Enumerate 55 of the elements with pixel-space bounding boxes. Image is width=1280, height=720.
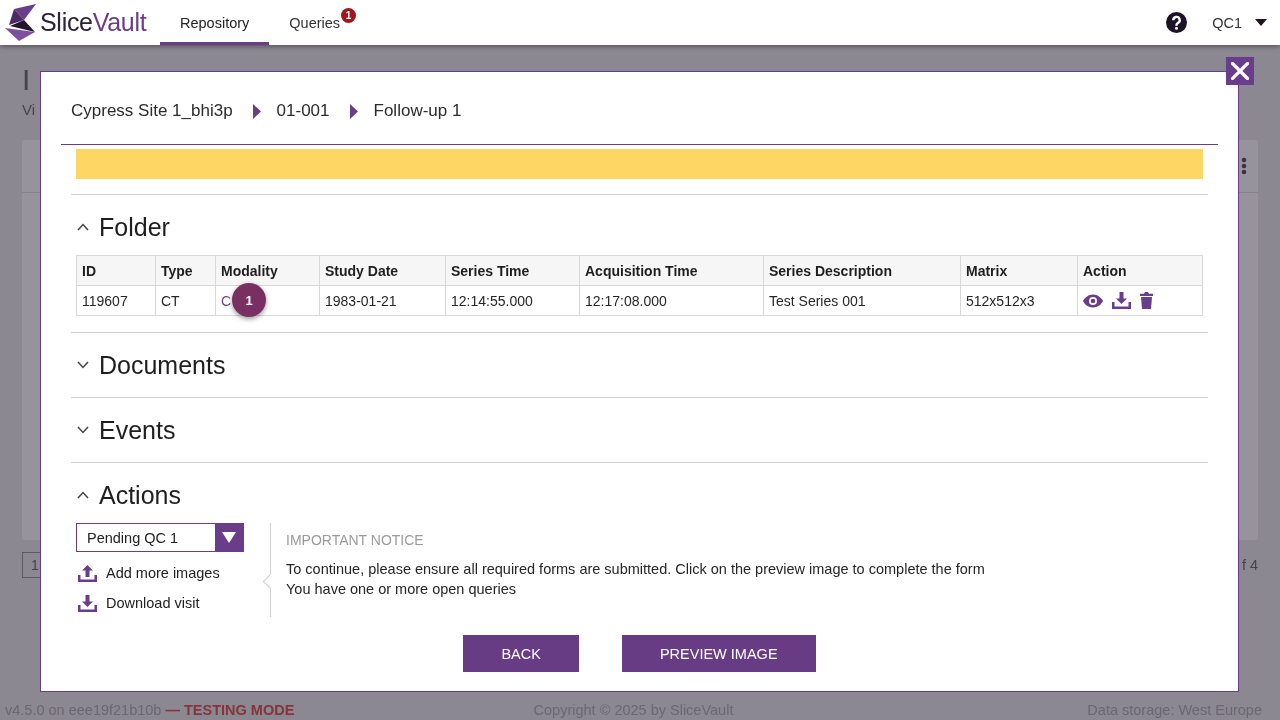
kebab-menu-icon[interactable] [1241,157,1247,175]
nav-tab[interactable]: Repository [160,0,270,45]
download-icon [78,594,97,612]
logo-icon [5,4,36,41]
section-toggle[interactable]: Actions [77,480,181,510]
download-link[interactable]: Download visit [76,588,244,618]
breadcrumb-item[interactable]: 01-001 [276,97,330,125]
page-count: f 4 [1241,557,1258,573]
eye-icon[interactable] [1083,293,1103,308]
notice-text: To continue, please ensure all required forms are submitted. Click on the preview image to complete the form [286,560,986,579]
caret-down-icon [1255,19,1267,26]
preview-button[interactable]: PREVIEW IMAGE [621,635,816,672]
table-cell: 119607 [76,285,156,316]
brand-name: SliceVault [40,8,147,37]
column-header: Modality [215,255,320,286]
table-cell: CT [155,285,216,316]
table-cell: 12:17:08.000 [579,285,764,316]
table-cell: Test Series 001 [763,285,961,316]
nav-tab[interactable]: Queries 1 [269,0,377,45]
table-cell: 1983-01-21 [319,285,446,316]
column-header: Type [155,255,216,286]
column-header: Study Date [319,255,446,286]
column-header: ID [76,255,156,286]
table-cell: 512x512x3 [960,285,1078,316]
upload-link[interactable]: Add more images [76,558,244,588]
column-header: Series Time [445,255,580,286]
table-cell: 12:14:55.000 [445,285,580,316]
section-toggle[interactable]: Documents [77,350,226,380]
caret-right-icon [252,103,261,119]
status-dropdown[interactable]: Pending QC 1 [76,523,244,552]
column-header: Acquisition Time [579,255,764,286]
notice-text: You have one or more open queries [286,580,518,599]
close-icon [1231,62,1249,80]
breadcrumb-item[interactable]: Cypress Site 1_bhi3p [71,97,233,125]
section-toggle[interactable]: Folder [77,212,170,242]
count-badge: 1 [341,8,357,23]
trash-icon[interactable] [1140,292,1153,309]
page-subtitle: Vi [22,100,36,120]
modality-link[interactable]: C [221,292,232,309]
close-button[interactable] [1226,57,1254,85]
caret-down-icon [215,524,243,551]
step-marker[interactable]: 1 [232,283,266,317]
caret-right-icon [349,103,358,119]
upload-icon [78,564,97,582]
download-icon[interactable] [1112,292,1131,309]
column-header: Series Description [763,255,961,286]
breadcrumb-item[interactable]: Follow-up 1 [373,97,462,125]
help-icon[interactable] [1166,12,1188,33]
column-header: Matrix [960,255,1078,286]
column-header: Action [1077,255,1203,286]
user-menu[interactable]: QC1 [1212,14,1267,31]
section-toggle[interactable]: Events [77,415,176,445]
notice-title: IMPORTANT NOTICE [286,531,425,549]
page-title: I [22,63,31,97]
back-button[interactable]: BACK [463,635,579,672]
